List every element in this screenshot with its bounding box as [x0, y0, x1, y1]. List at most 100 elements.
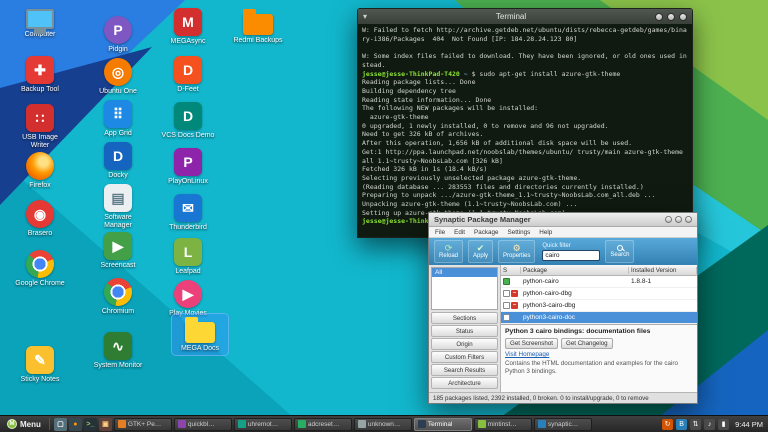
desktop-icon-backup-tool[interactable]: ✚Backup Tool [12, 54, 68, 96]
system-monitor-icon: ∿ [104, 332, 132, 360]
desktop-icon-system-monitor[interactable]: ∿System Monitor [90, 330, 146, 372]
apply-button[interactable]: ✔ Apply [468, 240, 493, 263]
desktop-icon-redmi-backups[interactable]: Redmi Backups [230, 6, 286, 47]
desktop-icon-d-feet[interactable]: DD-Feet [160, 54, 216, 96]
desktop-icon-usb-image-writer[interactable]: ∷USB Image Writer [12, 102, 68, 152]
sidebar-button-search-results[interactable]: Search Results [431, 364, 498, 376]
get-changelog-button[interactable]: Get Changelog [561, 338, 613, 349]
category-item-all[interactable]: All [432, 268, 497, 277]
menu-button[interactable]: M Menu [2, 417, 46, 432]
network-icon[interactable]: ⇅ [690, 419, 701, 430]
synaptic-minimize-button[interactable] [665, 216, 672, 223]
synaptic-maximize-button[interactable] [675, 216, 682, 223]
column-header-s[interactable]: S [501, 267, 521, 274]
window-button-uhremot[interactable]: uhremot… [234, 418, 292, 431]
clock[interactable]: 9:44 PM [735, 420, 763, 429]
sidebar-button-custom-filters[interactable]: Custom Filters [431, 351, 498, 363]
update-manager-icon[interactable]: ↻ [662, 419, 673, 430]
synaptic-window[interactable]: Synaptic Package Manager File Edit Package… [428, 212, 698, 404]
desktop-icon-google-chrome[interactable]: Google Chrome [12, 248, 68, 290]
sidebar-button-origin[interactable]: Origin [431, 338, 498, 350]
desktop-icon-playonlinux[interactable]: PPlayOnLinux [160, 146, 216, 188]
package-row-python3-cairo-dbg[interactable]: –python3-cairo-dbg [501, 300, 697, 312]
desktop-icon-mega-docs[interactable]: MEGA Docs [172, 314, 228, 355]
terminal-launcher[interactable]: >_ [84, 418, 97, 431]
terminal-window[interactable]: ▾ Terminal W: Failed to fetch http://arc… [357, 8, 693, 238]
desktop-icon-docky[interactable]: DDocky [90, 140, 146, 182]
apply-label: Apply [473, 253, 488, 260]
volume-icon[interactable]: ♪ [704, 419, 715, 430]
desktop-icon-label: Screencast [90, 262, 146, 270]
synaptic-titlebar[interactable]: Synaptic Package Manager [429, 213, 697, 227]
desktop-icon-app-grid[interactable]: ⠿App Grid [90, 98, 146, 140]
desktop-icon-software-manager[interactable]: ▤Software Manager [90, 182, 146, 232]
firefox-launcher[interactable]: ● [69, 418, 82, 431]
terminal-output[interactable]: W: Failed to fetch http://archive.getdeb… [358, 24, 692, 238]
terminal-line: After this operation, 1,656 kB of additi… [362, 139, 688, 148]
search-button[interactable]: Search [605, 240, 634, 263]
quick-filter-group: Quick filter [542, 243, 600, 261]
desktop-icon-brasero[interactable]: ◉Brasero [12, 198, 68, 240]
menu-help[interactable]: Help [539, 229, 552, 236]
window-button-terminal[interactable]: Terminal [414, 418, 472, 431]
quick-filter-input[interactable] [542, 250, 600, 261]
terminal-maximize-button[interactable] [667, 13, 675, 21]
synaptic-sidebar: All SectionsStatusOriginCustom FiltersSe… [429, 265, 501, 392]
desktop-icon-pidgin[interactable]: PPidgin [90, 14, 146, 56]
window-button-adcreset[interactable]: adcreset… [294, 418, 352, 431]
synaptic-close-button[interactable] [685, 216, 692, 223]
desktop-icon-leafpad[interactable]: LLeafpad [160, 236, 216, 278]
show-desktop-launcher[interactable]: ▢ [54, 418, 67, 431]
package-status-checkbox[interactable] [503, 302, 510, 309]
sidebar-button-status[interactable]: Status [431, 325, 498, 337]
menu-package[interactable]: Package [474, 229, 499, 236]
window-button-mintinst[interactable]: mintinst… [474, 418, 532, 431]
terminal-window-menu-icon[interactable]: ▾ [363, 12, 367, 21]
package-row-python-cairo-dbg[interactable]: –python-cairo-dbg [501, 288, 697, 300]
bluetooth-icon[interactable]: B [676, 419, 687, 430]
desktop-icon-sticky-notes[interactable]: ✎Sticky Notes [12, 344, 68, 386]
terminal-minimize-button[interactable] [655, 13, 663, 21]
pidgin-icon: P [104, 16, 132, 44]
column-header-installed-version[interactable]: Installed Version [629, 267, 697, 274]
package-row-python3-cairo-doc[interactable]: python3-cairo-doc [501, 312, 697, 324]
category-list[interactable]: All [431, 267, 498, 310]
menu-edit[interactable]: Edit [454, 229, 465, 236]
sidebar-button-architecture[interactable]: Architecture [431, 377, 498, 389]
battery-icon[interactable]: ▮ [718, 419, 729, 430]
terminal-titlebar[interactable]: ▾ Terminal [358, 9, 692, 24]
package-status-checkbox[interactable] [503, 278, 510, 285]
desktop-icon-label: Leafpad [160, 268, 216, 276]
sidebar-button-sections[interactable]: Sections [431, 312, 498, 324]
desktop-icon-ubuntu-one[interactable]: ◎Ubuntu One [90, 56, 146, 98]
search-icon [617, 245, 623, 251]
menu-file[interactable]: File [435, 229, 445, 236]
desktop-icon-chromium[interactable]: Chromium [90, 276, 146, 318]
window-button-quickbl[interactable]: quickbl… [174, 418, 232, 431]
properties-button[interactable]: ⚙ Properties [498, 240, 535, 263]
terminal-close-button[interactable] [679, 13, 687, 21]
desktop-icon-firefox[interactable]: Firefox [12, 150, 68, 192]
window-button-gtk-pe[interactable]: GTK+ Pe… [114, 418, 172, 431]
package-version: 1.8.8-1 [629, 278, 697, 285]
reload-button[interactable]: ⟳ Reload [434, 240, 463, 263]
desktop-icon-computer[interactable]: Computer [12, 4, 68, 41]
visit-homepage-link[interactable]: Visit Homepage [505, 351, 693, 358]
desktop-icon-screencast[interactable]: ▶Screencast [90, 230, 146, 272]
desktop-icon-thunderbird[interactable]: ✉Thunderbird [160, 192, 216, 234]
files-launcher[interactable]: ▣ [99, 418, 112, 431]
desktop-icon-megasync[interactable]: MMEGAsync [160, 6, 216, 48]
window-button-unknown[interactable]: unknown… [354, 418, 412, 431]
get-screenshot-button[interactable]: Get Screenshot [505, 338, 558, 349]
desktop-icon-label: Backup Tool [12, 86, 68, 94]
package-row-python-cairo[interactable]: python-cairo1.8.8-1 [501, 276, 697, 288]
window-button-synaptic[interactable]: synaptic… [534, 418, 592, 431]
desktop-icon-vcs-docs-demo[interactable]: DVCS Docs Demo [160, 100, 216, 142]
package-status-checkbox[interactable] [503, 290, 510, 297]
package-status-checkbox[interactable] [503, 314, 510, 321]
menu-settings[interactable]: Settings [508, 229, 531, 236]
column-header-package[interactable]: Package [521, 267, 629, 274]
desktop-icon-label: VCS Docs Demo [160, 132, 216, 140]
adcreset-icon [298, 420, 306, 428]
synaptic-body: All SectionsStatusOriginCustom FiltersSe… [429, 265, 697, 392]
